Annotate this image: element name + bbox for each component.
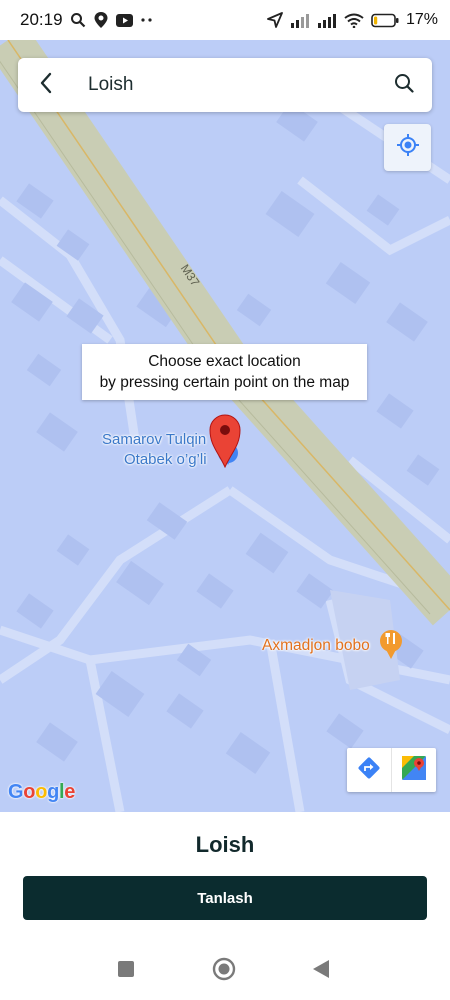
poi-samarov-line1: Samarov Tulqin <box>102 431 207 448</box>
select-button[interactable]: Tanlash <box>23 876 427 920</box>
map-toolbar <box>347 748 436 792</box>
open-in-maps-button[interactable] <box>391 748 436 792</box>
wifi-icon <box>344 13 364 28</box>
location-pin-icon <box>93 11 109 29</box>
status-time: 20:19 <box>20 10 63 29</box>
search-bar: Loish <box>18 58 432 112</box>
more-dots-icon <box>140 17 154 23</box>
home-button[interactable] <box>209 957 239 986</box>
poi-samarov-label[interactable]: Samarov Tulqin Otabek o’g’li <box>102 430 207 470</box>
tooltip-line1: Choose exact location <box>148 353 301 370</box>
poi-samarov-line2: Otabek o’g’li <box>124 451 207 468</box>
search-icon <box>394 73 414 98</box>
directions-icon <box>357 756 381 785</box>
status-right: 17% <box>267 11 438 29</box>
system-back-button[interactable] <box>306 958 336 984</box>
signal-icon <box>290 13 310 28</box>
youtube-icon <box>115 13 133 27</box>
poi-axmadjon-label[interactable]: Axmadjon bobo <box>262 636 370 656</box>
back-button[interactable] <box>18 58 74 112</box>
signal-icon <box>317 13 337 28</box>
map-view[interactable]: M37 Samarov Tulqin Otabek o’g’li Axmadjo… <box>0 40 450 812</box>
selected-place-title: Loish <box>195 832 255 857</box>
recent-apps-button[interactable] <box>111 958 141 984</box>
triangle-back-icon <box>312 959 330 983</box>
search-button[interactable] <box>376 58 432 112</box>
navigation-arrow-icon <box>267 12 283 28</box>
directions-button[interactable] <box>347 748 391 792</box>
chevron-left-icon <box>39 72 53 99</box>
battery-icon <box>371 13 399 28</box>
location-hint-tooltip: Choose exact location by pressing certai… <box>82 344 367 400</box>
square-icon <box>118 960 134 982</box>
status-left: 20:19 <box>20 10 154 30</box>
search-icon <box>70 12 86 28</box>
google-maps-icon <box>401 755 427 786</box>
my-location-icon <box>396 133 420 162</box>
tooltip-line2: by pressing certain point on the map <box>99 374 350 391</box>
search-input[interactable]: Loish <box>74 74 376 96</box>
status-bar: 20:19 17% <box>0 0 450 40</box>
map-canvas[interactable]: M37 <box>0 40 450 812</box>
circle-icon <box>212 957 236 986</box>
google-logo: Google <box>8 781 76 803</box>
my-location-button[interactable] <box>384 124 431 171</box>
battery-percent: 17% <box>405 11 438 28</box>
